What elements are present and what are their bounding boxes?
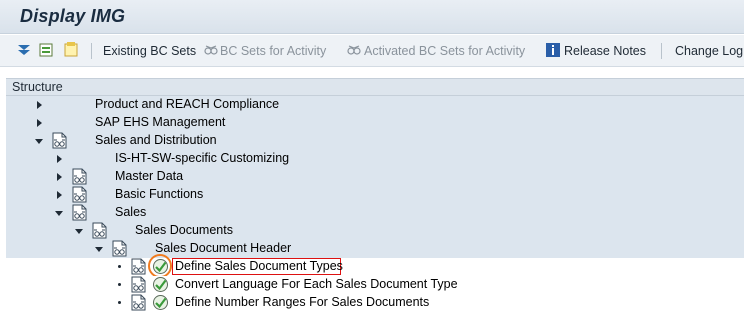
tree-node-label: Product and REACH Compliance xyxy=(95,97,280,111)
tree-node-sales-and-distribution[interactable]: Sales and Distribution xyxy=(6,132,744,150)
note-icon[interactable] xyxy=(63,42,79,58)
toolbar-separator xyxy=(661,43,662,59)
expand-arrow-icon[interactable] xyxy=(57,191,62,199)
tree-node-label: Sales and Distribution xyxy=(95,133,217,147)
execute-clock-icon[interactable] xyxy=(152,276,169,293)
expand-arrow-icon[interactable] xyxy=(57,155,62,163)
activated-bc-sets-for-activity-button[interactable]: Activated BC Sets for Activity xyxy=(364,43,525,61)
tree-node-master-data[interactable]: Master Data xyxy=(6,168,744,186)
document-glasses-icon[interactable] xyxy=(72,204,87,221)
tree-node-label: SAP EHS Management xyxy=(95,115,226,129)
tree-column-header: Structure xyxy=(6,78,744,96)
existing-bc-sets-button[interactable]: Existing BC Sets xyxy=(103,43,196,61)
leaf-bullet xyxy=(118,301,121,304)
document-glasses-icon[interactable] xyxy=(131,258,146,275)
window-title: Display IMG xyxy=(20,6,126,26)
info-icon xyxy=(546,43,560,57)
document-glasses-icon[interactable] xyxy=(131,294,146,311)
document-glasses-icon[interactable] xyxy=(112,240,127,257)
expand-subtree-icon[interactable] xyxy=(16,42,32,58)
release-notes-button[interactable]: Release Notes xyxy=(564,43,646,61)
bc-set-glasses-icon xyxy=(204,45,218,55)
tree-node-basic-functions[interactable]: Basic Functions xyxy=(6,186,744,204)
tree-node-define-sales-document-types[interactable]: Define Sales Document Types xyxy=(6,254,744,278)
document-glasses-icon[interactable] xyxy=(92,222,107,239)
collapse-arrow-icon[interactable] xyxy=(75,229,83,234)
tree-node-product-reach-compliance[interactable]: Product and REACH Compliance xyxy=(6,96,744,114)
expand-arrow-icon[interactable] xyxy=(37,101,42,109)
document-glasses-icon[interactable] xyxy=(131,276,146,293)
tree-node-label: IS-HT-SW-specific Customizing xyxy=(115,151,290,165)
tree-node-label: Basic Functions xyxy=(115,187,204,201)
toolbar-separator xyxy=(91,43,92,59)
execute-clock-icon[interactable] xyxy=(152,294,169,311)
bc-sets-for-activity-button[interactable]: BC Sets for Activity xyxy=(220,43,326,61)
expand-arrow-icon[interactable] xyxy=(37,119,42,127)
tree-node-is-ht-sw-customizing[interactable]: IS-HT-SW-specific Customizing xyxy=(6,150,744,168)
application-toolbar: Existing BC Sets BC Sets for Activity Ac… xyxy=(0,35,744,67)
tree-node-sap-ehs-management[interactable]: SAP EHS Management xyxy=(6,114,744,132)
tree-node-label: Define Sales Document Types xyxy=(175,259,343,273)
find-icon[interactable] xyxy=(38,42,54,58)
title-bar: Display IMG xyxy=(0,0,744,34)
execute-clock-icon[interactable] xyxy=(152,258,169,275)
tree-node-label: Sales Document Header xyxy=(155,241,292,255)
tree-node-label: Master Data xyxy=(115,169,184,183)
tree-node-sales[interactable]: Sales xyxy=(6,204,744,222)
activated-bc-set-glasses-icon xyxy=(347,45,361,55)
tree-node-define-number-ranges[interactable]: Define Number Ranges For Sales Documents xyxy=(6,294,744,312)
img-structure-tree: Product and REACH Compliance SAP EHS Man… xyxy=(6,96,744,315)
tree-node-label: Sales xyxy=(115,205,147,219)
structure-column-title: Structure xyxy=(12,80,63,94)
collapse-arrow-icon[interactable] xyxy=(55,211,63,216)
leaf-bullet xyxy=(118,265,121,268)
change-log-button[interactable]: Change Log xyxy=(675,43,743,61)
tree-node-label: Define Number Ranges For Sales Documents xyxy=(175,295,430,309)
tree-node-sales-documents[interactable]: Sales Documents xyxy=(6,222,744,240)
leaf-bullet xyxy=(118,283,121,286)
document-glasses-icon[interactable] xyxy=(72,186,87,203)
tree-node-label: Convert Language For Each Sales Document… xyxy=(175,277,458,291)
collapse-arrow-icon[interactable] xyxy=(95,247,103,252)
tree-node-sales-document-header[interactable]: Sales Document Header xyxy=(6,240,744,258)
document-glasses-icon[interactable] xyxy=(52,132,67,149)
tree-node-label: Sales Documents xyxy=(135,223,233,237)
document-glasses-icon[interactable] xyxy=(72,168,87,185)
tree-node-convert-language[interactable]: Convert Language For Each Sales Document… xyxy=(6,276,744,294)
collapse-arrow-icon[interactable] xyxy=(35,139,43,144)
expand-arrow-icon[interactable] xyxy=(57,173,62,181)
